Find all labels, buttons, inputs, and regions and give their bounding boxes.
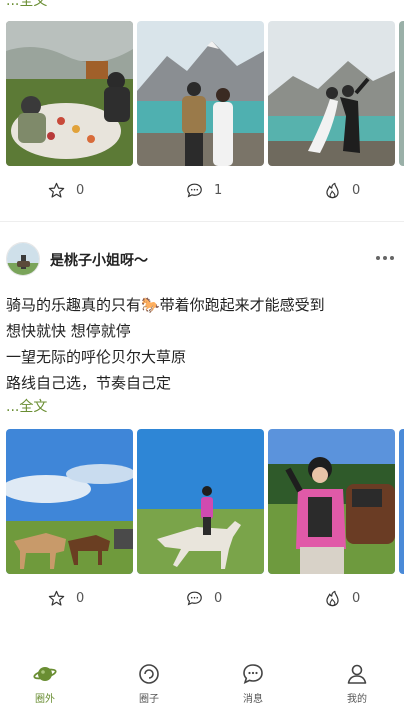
username[interactable]: 是桃子小姐呀～ (50, 250, 148, 270)
comment-count: 1 (214, 183, 223, 198)
comment-count: 0 (214, 591, 223, 606)
star-icon (48, 182, 65, 198)
mountain-lake-pose-photo[interactable] (268, 21, 395, 166)
post2-more-link[interactable]: ...全文 (6, 396, 47, 416)
bottom-tab-bar: 圈外 圈子 消息 我的 (0, 658, 404, 710)
post1-more-link[interactable]: ...全文 (6, 0, 47, 10)
next-photo-sliver (399, 21, 404, 166)
post-line: 骑马的乐趣真的只有🐎带着你跑起来才能感受到 (6, 296, 325, 314)
mountain-lake-couple-photo[interactable] (137, 21, 264, 166)
post2-header: 是桃子小姐呀～ (6, 240, 398, 280)
post-line: 想快就快 想停就停 (6, 322, 131, 340)
riverside-picnic-photo[interactable] (6, 21, 133, 166)
post2-text: 骑马的乐趣真的只有🐎带着你跑起来才能感受到 想快就快 想停就停 一望无际的呼伦贝… (6, 292, 398, 396)
more-options-icon[interactable] (376, 256, 394, 260)
star-count: 0 (76, 591, 85, 606)
avatar[interactable] (6, 242, 40, 276)
post2-star-action[interactable]: 0 (47, 589, 84, 608)
comment-icon (187, 591, 202, 606)
tab-quanzi[interactable]: 圈子 (119, 662, 179, 705)
message-icon (243, 664, 263, 684)
post2-like-action[interactable]: 0 (323, 589, 360, 608)
post1-like-action[interactable]: 0 (323, 181, 360, 200)
post1-photo-row (6, 21, 404, 166)
post-divider (0, 221, 404, 222)
post1-action-bar: 0 1 0 (0, 181, 404, 211)
tab-label: 圈子 (139, 694, 159, 705)
post1-comment-action[interactable]: 1 (185, 181, 222, 200)
user-icon (347, 664, 367, 684)
post2-comment-action[interactable]: 0 (185, 589, 222, 608)
star-count: 0 (76, 183, 85, 198)
post1-star-action[interactable]: 0 (47, 181, 84, 200)
post-line: 一望无际的呼伦贝尔大草原 (6, 348, 187, 366)
tab-profile[interactable]: 我的 (327, 662, 387, 705)
comment-icon (187, 183, 202, 198)
planet-icon (33, 667, 57, 681)
girl-with-horse-photo[interactable] (268, 429, 395, 574)
next-photo-sliver (399, 429, 404, 574)
tab-label: 消息 (243, 694, 263, 705)
flame-icon (326, 590, 339, 607)
tab-messages[interactable]: 消息 (223, 662, 283, 705)
post2-action-bar: 0 0 0 (0, 589, 404, 619)
like-count: 0 (352, 591, 361, 606)
tab-label: 我的 (347, 694, 367, 705)
star-icon (48, 590, 65, 606)
tab-quanwai[interactable]: 圈外 (15, 662, 75, 705)
post-line: 路线自己选，节奏自己定 (6, 374, 172, 392)
tab-label: 圈外 (35, 694, 55, 705)
flame-icon (326, 182, 339, 199)
circle-icon (139, 664, 159, 684)
post2-photo-row (6, 429, 404, 574)
like-count: 0 (352, 183, 361, 198)
horse-rider-grassland-photo[interactable] (137, 429, 264, 574)
saddled-horses-photo[interactable] (6, 429, 133, 574)
